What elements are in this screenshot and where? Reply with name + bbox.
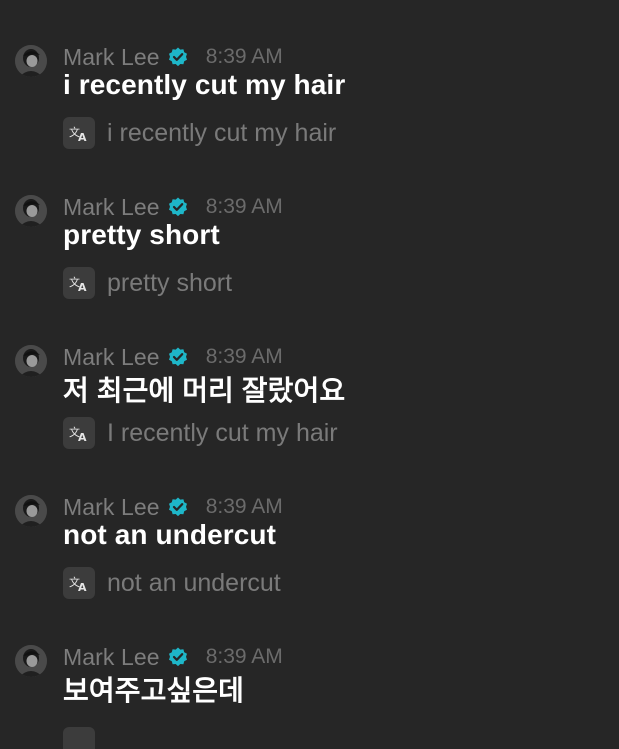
timestamp: 8:39 AM <box>205 645 283 668</box>
message-text: 보여주고싶은데 <box>63 675 245 706</box>
message-item: Mark Lee 8:39 AM pretty short 文 A pretty… <box>0 194 619 345</box>
message-item: Mark Lee 8:39 AM not an undercut 文 A not… <box>0 494 619 645</box>
sender-name[interactable]: Mark Lee <box>63 44 160 71</box>
verified-badge-icon <box>167 346 189 368</box>
timestamp: 8:39 AM <box>205 495 283 518</box>
sender-name[interactable]: Mark Lee <box>63 194 160 221</box>
svg-text:A: A <box>78 281 87 294</box>
verified-badge-icon <box>167 496 189 518</box>
translate-icon[interactable]: 文 A <box>63 567 95 599</box>
translate-icon[interactable]: 文 A <box>63 267 95 299</box>
avatar[interactable] <box>15 45 47 77</box>
message-item: Mark Lee 8:39 AM 보여주고싶은데 <box>0 645 619 749</box>
message-text: pretty short <box>63 219 220 250</box>
avatar[interactable] <box>15 645 47 677</box>
translation-text: I recently cut my hair <box>107 419 338 447</box>
message-text: not an undercut <box>63 519 277 550</box>
translate-icon[interactable]: 文 A <box>63 117 95 149</box>
timestamp: 8:39 AM <box>205 195 283 218</box>
svg-text:A: A <box>78 431 87 444</box>
translate-icon[interactable] <box>63 727 95 749</box>
avatar[interactable] <box>15 495 47 527</box>
svg-text:A: A <box>78 581 87 594</box>
verified-badge-icon <box>167 46 189 68</box>
message-feed: Mark Lee 8:39 AM i recently cut my hair … <box>0 0 619 749</box>
translation-text: not an undercut <box>107 569 281 597</box>
sender-name[interactable]: Mark Lee <box>63 494 160 521</box>
svg-text:A: A <box>78 131 87 144</box>
message-item: Mark Lee 8:39 AM i recently cut my hair … <box>0 44 619 195</box>
message-item: Mark Lee 8:39 AM 저 최근에 머리 잘랐어요 文 A I rec… <box>0 344 619 495</box>
timestamp: 8:39 AM <box>205 345 283 368</box>
sender-name[interactable]: Mark Lee <box>63 645 160 671</box>
message-text: 저 최근에 머리 잘랐어요 <box>63 375 346 406</box>
translate-icon[interactable]: 文 A <box>63 417 95 449</box>
translation-text: pretty short <box>107 269 233 297</box>
translation-text: i recently cut my hair <box>107 119 337 147</box>
avatar[interactable] <box>15 195 47 227</box>
verified-badge-icon <box>167 646 189 668</box>
message-text: i recently cut my hair <box>63 69 346 100</box>
verified-badge-icon <box>167 196 189 218</box>
timestamp: 8:39 AM <box>205 45 283 68</box>
avatar[interactable] <box>15 345 47 377</box>
sender-name[interactable]: Mark Lee <box>63 344 160 371</box>
